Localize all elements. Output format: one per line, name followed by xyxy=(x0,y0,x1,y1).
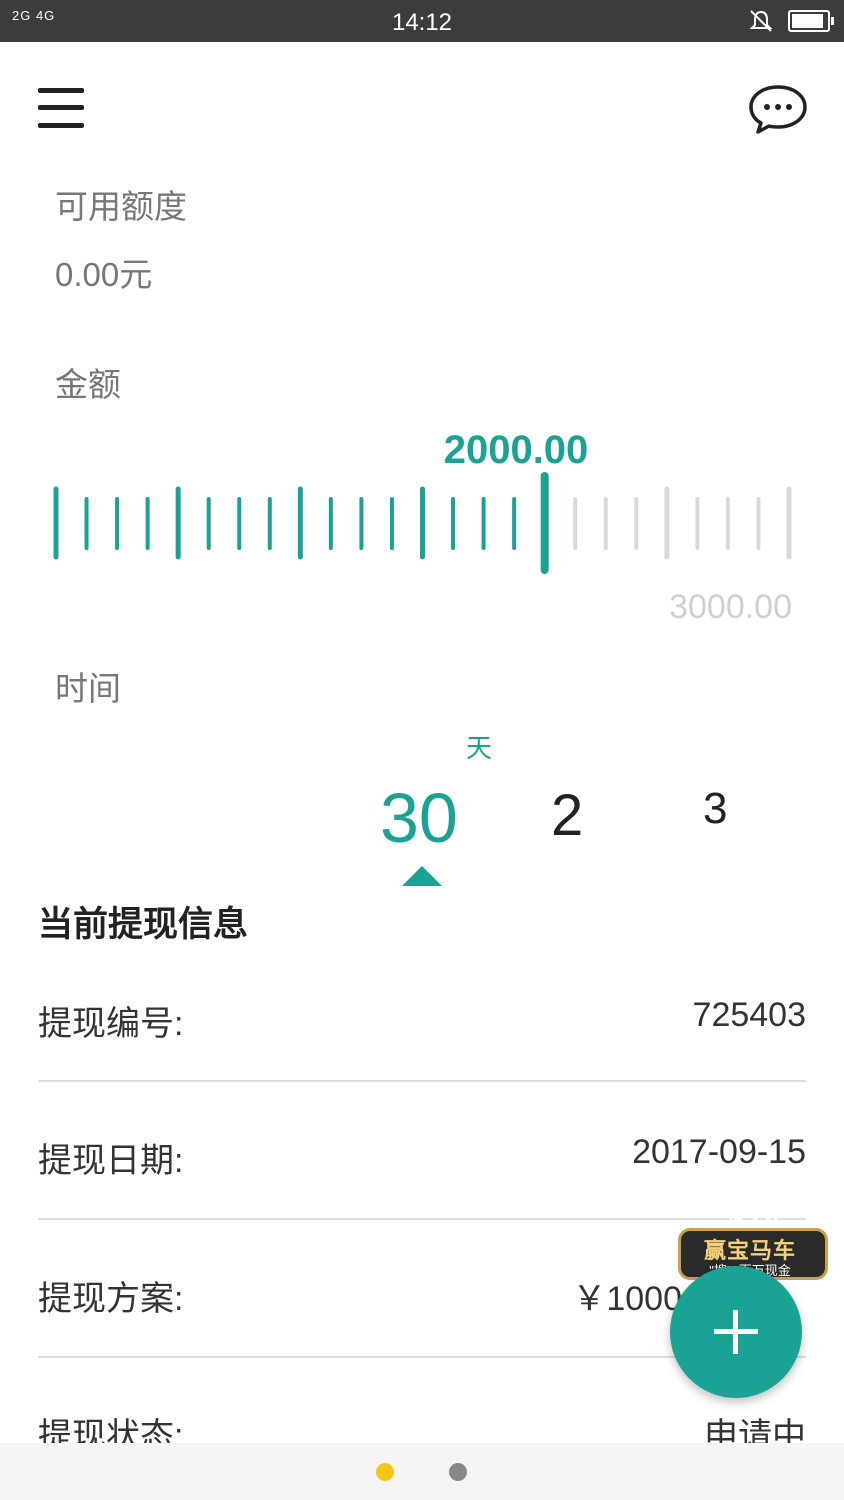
credit-value: 0.00元 xyxy=(55,256,153,293)
withdraw-plan-value: ￥1000 xyxy=(572,1280,682,1318)
withdraw-number-label: 提现编号: xyxy=(38,1005,184,1043)
amount-max-value: 3000.00 xyxy=(669,588,792,626)
term-option-3[interactable]: 3 xyxy=(703,784,727,834)
divider xyxy=(38,1080,806,1082)
withdraw-plan-label: 提现方案: xyxy=(38,1280,184,1318)
withdraw-info-title: 当前提现信息 xyxy=(38,905,249,944)
withdraw-date-value: 2017-09-15 xyxy=(632,1133,806,1171)
term-unit: 天 xyxy=(466,733,493,763)
bottom-bar xyxy=(0,1443,844,1500)
add-button[interactable] xyxy=(670,1266,802,1398)
amount-slider[interactable] xyxy=(0,470,844,580)
chat-bubble-icon[interactable] xyxy=(748,84,808,134)
status-bar: 2G 4G 14:12 xyxy=(0,0,844,42)
status-time: 14:12 xyxy=(391,9,453,36)
promo-line-1: "摇"手机 xyxy=(722,1206,778,1222)
term-option-2[interactable]: 2 xyxy=(551,782,583,849)
hamburger-icon[interactable] xyxy=(38,86,84,130)
battery-icon xyxy=(788,10,834,32)
credit-label: 可用额度 xyxy=(55,188,187,225)
page-indicator-dot-2[interactable] xyxy=(449,1463,467,1481)
silent-bell-icon xyxy=(749,10,773,32)
page-indicator-dot-1[interactable] xyxy=(376,1463,394,1481)
term-label: 时间 xyxy=(55,670,121,707)
withdraw-number-value: 725403 xyxy=(692,996,806,1034)
withdraw-number-row: 提现编号: 725403 xyxy=(38,996,806,1086)
amount-label: 金额 xyxy=(55,366,121,403)
amount-selected-value: 2000.00 xyxy=(443,428,589,472)
term-selected-pointer xyxy=(402,866,442,886)
withdraw-date-label: 提现日期: xyxy=(38,1142,184,1180)
term-option-30[interactable]: 30 xyxy=(380,778,458,858)
